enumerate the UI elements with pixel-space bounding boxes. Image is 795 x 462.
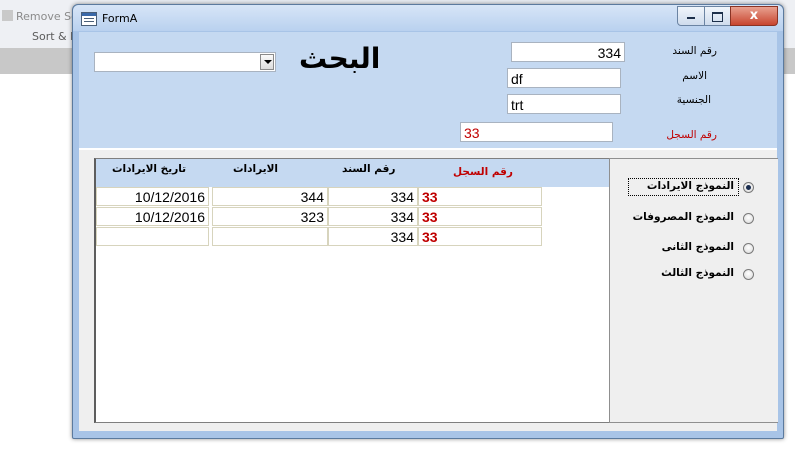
radio-button[interactable] (743, 213, 754, 224)
option-third-form[interactable]: النموذج الثالث (610, 264, 778, 284)
combo-dropdown-button[interactable] (260, 54, 274, 70)
option-label: النموذج الثالث (661, 267, 734, 279)
sort-filter-group-label: Sort & F (32, 30, 77, 43)
doc-number-label: رقم السند (672, 45, 717, 57)
radio-button[interactable] (743, 243, 754, 254)
table-cell-doc-no[interactable]: 334 (328, 187, 418, 206)
table-cell-record-no[interactable]: 33 (418, 187, 542, 206)
column-header-doc-no: رقم السند (342, 163, 396, 175)
title-bar[interactable]: FormA x (73, 5, 783, 31)
form-icon (81, 12, 97, 26)
remove-sort-icon (2, 10, 13, 21)
table-cell-revenue[interactable]: 323 (212, 207, 328, 226)
table-cell-doc-no[interactable]: 334 (328, 227, 418, 246)
name-field[interactable]: df (507, 68, 621, 88)
remove-sort-button[interactable]: Remove So (2, 10, 78, 23)
window-title: FormA (102, 12, 138, 25)
doc-number-field[interactable]: 334 (511, 42, 625, 62)
minimize-button[interactable] (677, 6, 705, 26)
table-cell-revenue-date[interactable]: 10/12/2016 (96, 207, 209, 226)
maximize-icon (712, 12, 723, 22)
option-expenses-form[interactable]: النموذج المصروفات (610, 208, 778, 228)
option-label: النموذج الثانى (661, 241, 734, 253)
table-cell-revenue-date[interactable]: 10/12/2016 (96, 187, 209, 206)
search-combo-box[interactable] (94, 52, 276, 72)
minimize-icon (687, 17, 695, 19)
option-second-form[interactable]: النموذج الثانى (610, 238, 778, 258)
radio-selected-dot (746, 185, 751, 190)
form-header-section: البحث 334 رقم السند df الاسم trt الجنسية… (79, 32, 777, 150)
table-cell-record-no[interactable]: 33 (418, 227, 542, 246)
maximize-button[interactable] (704, 6, 731, 26)
table-cell-revenue[interactable] (212, 227, 328, 246)
option-label: النموذج المصروفات (632, 211, 734, 223)
option-revenue-form[interactable]: النموذج الايرادات (610, 177, 778, 197)
close-icon: x (749, 8, 759, 23)
nationality-label: الجنسية (676, 94, 711, 106)
table-cell-record-no[interactable]: 33 (418, 207, 542, 226)
radio-button[interactable] (743, 182, 754, 193)
radio-button[interactable] (743, 269, 754, 280)
table-cell-revenue-date[interactable] (96, 227, 209, 246)
close-button[interactable]: x (730, 6, 778, 26)
form-type-option-group: النموذج الايرادات النموذج المصروفات النم… (609, 158, 778, 423)
form-window: FormA x البحث 334 رقم السند df الاسم trt… (72, 4, 784, 439)
record-number-label: رقم السجل (666, 129, 717, 141)
column-header-revenue: الايرادات (233, 163, 279, 175)
form-client-area: البحث 334 رقم السند df الاسم trt الجنسية… (79, 32, 778, 431)
chevron-down-icon (264, 60, 272, 64)
table-cell-doc-no[interactable]: 334 (328, 207, 418, 226)
table-cell-revenue[interactable]: 344 (212, 187, 328, 206)
column-header-revenue-date: تاريخ الايرادات (112, 163, 187, 175)
subform-header: رقم السجل رقم السند الايرادات تاريخ الاي… (96, 159, 609, 187)
column-header-record-no: رقم السجل (453, 166, 513, 178)
revenue-subform: رقم السجل رقم السند الايرادات تاريخ الاي… (94, 158, 610, 423)
nationality-field[interactable]: trt (507, 94, 621, 114)
name-label: الاسم (682, 70, 707, 82)
option-label: النموذج الايرادات (646, 180, 734, 192)
record-number-field[interactable]: 33 (460, 122, 613, 142)
search-title: البحث (299, 42, 381, 75)
